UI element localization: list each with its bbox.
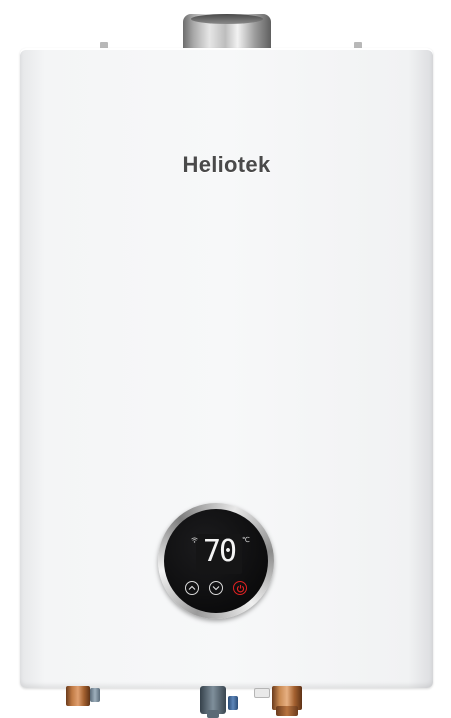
blue-drain-plug [228,696,238,710]
temperature-unit: ℃ [242,536,250,544]
dial-face: 70 ℃ [164,509,268,613]
power-button[interactable] [233,581,247,595]
temperature-readout: 70 [202,534,237,569]
hot-water-outlet-fitting [66,686,90,706]
brand-logo: Heliotek [182,152,271,177]
temperature-down-button[interactable] [209,581,223,595]
control-dial: 70 ℃ [158,503,274,619]
power-connector [254,688,270,698]
water-heater-photo: Heliotek 70 ℃ [0,0,451,718]
power-icon [236,584,244,592]
temperature-up-button[interactable] [185,581,199,595]
down-arrow-icon [212,586,220,591]
up-arrow-icon [188,585,196,590]
gas-valve-knob [207,710,219,718]
outlet-valve-stem [90,688,100,702]
inlet-fitting-nut [276,706,298,716]
